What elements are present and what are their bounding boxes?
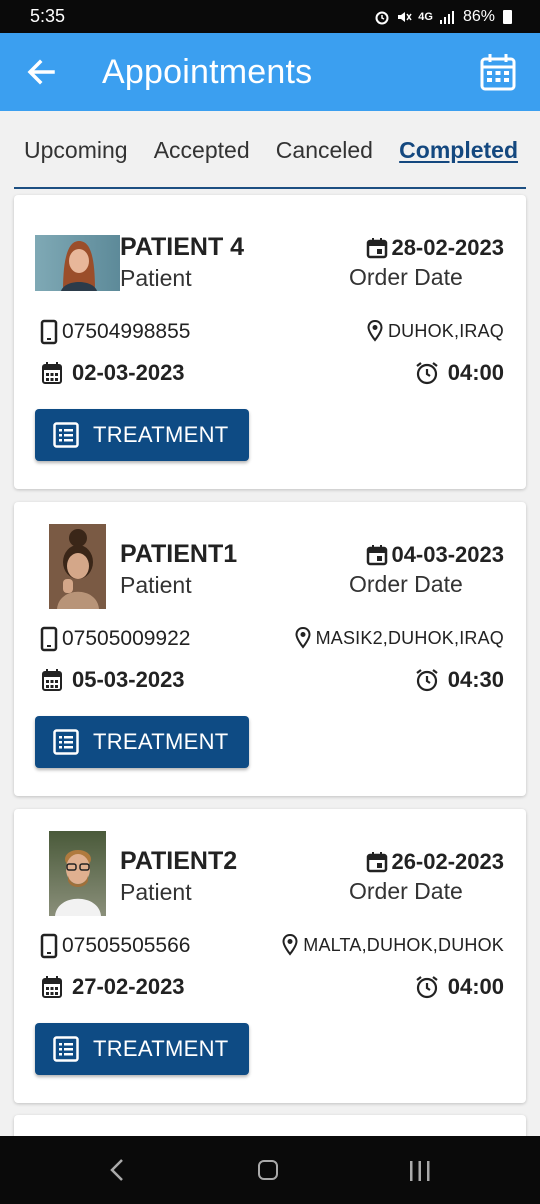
battery-level: 86% <box>462 7 495 25</box>
list-alt-icon <box>53 1036 79 1062</box>
mute-icon <box>398 11 412 22</box>
treatment-button-label: TREATMENT <box>93 729 229 754</box>
patient-role: Patient <box>120 572 192 598</box>
patient-location: DUHOK,IRAQ <box>367 320 504 342</box>
patient-name: PATIENT2 <box>120 847 238 875</box>
tab-bar: Upcoming Accepted Canceled Completed <box>0 111 540 189</box>
location-value: MALTA,DUHOK,DUHOK <box>303 934 504 955</box>
order-date-value: 04-03-2023 <box>391 542 504 567</box>
calendar-icon <box>480 54 516 91</box>
status-icons: 4G 86% <box>374 8 512 26</box>
calendar-month-icon <box>42 362 62 384</box>
patient-name: PATIENT1 <box>120 540 238 568</box>
location-pin-icon <box>295 627 311 649</box>
appointment-time: 04:00 <box>415 974 504 1000</box>
calendar-month-icon <box>42 976 62 998</box>
treatment-button-label: TREATMENT <box>93 1036 229 1061</box>
appointment-list[interactable]: PATIENT 4 Patient 28-02-2023 Order Date … <box>0 189 540 1103</box>
appointment-date: 27-02-2023 <box>42 974 185 1000</box>
calendar-event-icon <box>367 238 388 259</box>
order-date-label: Order Date <box>349 878 463 904</box>
calendar-month-icon <box>42 669 62 691</box>
appointment-card: PATIENT1 Patient 04-03-2023 Order Date 0… <box>14 502 526 796</box>
order-date-value: 26-02-2023 <box>391 849 504 874</box>
appointment-date: 02-03-2023 <box>42 360 185 386</box>
phone-icon <box>40 626 58 652</box>
patient-phone: 07504998855 <box>39 319 190 345</box>
list-alt-icon <box>53 422 79 448</box>
treatment-button[interactable]: TREATMENT <box>35 409 249 461</box>
page-title: Appointments <box>102 52 313 91</box>
tab-upcoming[interactable]: Upcoming <box>24 137 128 164</box>
appointment-card: PATIENT2 Patient 26-02-2023 Order Date 0… <box>14 809 526 1103</box>
phone-value: 07505009922 <box>62 627 191 650</box>
patient-role: Patient <box>120 879 192 905</box>
nav-home-icon[interactable] <box>258 1160 278 1180</box>
patient-phone: 07505009922 <box>39 626 190 652</box>
appointment-date-value: 27-02-2023 <box>72 974 185 999</box>
appointment-date: 05-03-2023 <box>42 667 185 693</box>
tabs-divider <box>14 187 526 189</box>
phone-icon <box>40 319 58 345</box>
calendar-button[interactable] <box>480 53 516 91</box>
alarm-icon <box>375 11 389 24</box>
appointment-time-value: 04:30 <box>447 667 504 692</box>
tab-completed[interactable]: Completed <box>399 137 518 164</box>
appointment-time: 04:30 <box>415 667 504 693</box>
phone-value: 07505505566 <box>62 934 191 957</box>
tab-accepted[interactable]: Accepted <box>154 137 250 164</box>
network-label: 4G <box>418 10 433 23</box>
appointment-date-value: 05-03-2023 <box>72 667 185 692</box>
patient-phone: 07505505566 <box>39 933 190 959</box>
app-bar: Appointments <box>0 33 540 111</box>
order-date: 04-03-2023 <box>366 542 504 568</box>
system-nav-bar <box>0 1136 540 1204</box>
order-date: 26-02-2023 <box>366 849 504 875</box>
location-value: DUHOK,IRAQ <box>387 320 504 341</box>
patient-location: MASIK2,DUHOK,IRAQ <box>295 627 504 649</box>
treatment-button-label: TREATMENT <box>93 422 229 447</box>
list-alt-icon <box>53 729 79 755</box>
location-value: MASIK2,DUHOK,IRAQ <box>315 627 504 648</box>
calendar-event-icon <box>367 852 388 873</box>
patient-role: Patient <box>120 265 192 291</box>
phone-icon <box>40 933 58 959</box>
status-bar: 5:35 4G 86% <box>0 0 540 33</box>
signal-icon <box>439 10 454 24</box>
alarm-clock-icon <box>416 362 438 385</box>
patient-name: PATIENT 4 <box>120 233 245 261</box>
appointment-time-value: 04:00 <box>447 974 504 999</box>
back-button[interactable] <box>24 55 58 89</box>
order-date-value: 28-02-2023 <box>391 235 504 260</box>
appointment-card: PATIENT 4 Patient 28-02-2023 Order Date … <box>14 195 526 489</box>
appointment-date-value: 02-03-2023 <box>72 360 185 385</box>
alarm-clock-icon <box>416 976 438 999</box>
treatment-button[interactable]: TREATMENT <box>35 716 249 768</box>
location-pin-icon <box>282 934 298 956</box>
patient-avatar <box>35 235 120 291</box>
arrow-left-icon <box>27 59 55 85</box>
order-date-label: Order Date <box>349 571 463 597</box>
battery-icon <box>503 9 512 24</box>
order-date: 28-02-2023 <box>366 235 504 261</box>
nav-recents-icon[interactable] <box>408 1160 432 1182</box>
patient-avatar <box>49 524 106 609</box>
status-time: 5:35 <box>30 6 66 26</box>
patient-avatar <box>49 831 106 916</box>
appointment-time-value: 04:00 <box>447 360 504 385</box>
phone-value: 07504998855 <box>62 320 191 343</box>
patient-location: MALTA,DUHOK,DUHOK <box>282 934 504 956</box>
tab-canceled[interactable]: Canceled <box>276 137 373 164</box>
order-date-label: Order Date <box>349 264 463 290</box>
nav-back-icon[interactable] <box>108 1158 126 1182</box>
location-pin-icon <box>367 320 383 342</box>
treatment-button[interactable]: TREATMENT <box>35 1023 249 1075</box>
calendar-event-icon <box>367 545 388 566</box>
appointment-time: 04:00 <box>415 360 504 386</box>
alarm-clock-icon <box>416 669 438 692</box>
